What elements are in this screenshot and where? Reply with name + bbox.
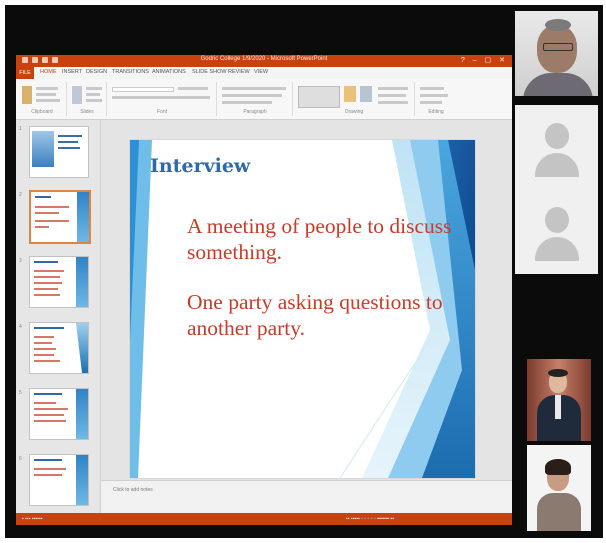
- slide-number: 5: [19, 390, 22, 396]
- avatar-icon: [545, 123, 569, 149]
- video-tile-3[interactable]: [515, 189, 598, 274]
- video-tile-1[interactable]: [515, 11, 598, 96]
- slide-number: 4: [19, 324, 22, 330]
- shared-screen-powerpoint: Godric College 1/9/2020 - Microsoft Powe…: [16, 55, 512, 525]
- video-tile-2[interactable]: [515, 105, 598, 190]
- tab-insert[interactable]: INSERT: [62, 69, 82, 75]
- slide-bullet: One party asking questions to another pa…: [187, 290, 443, 340]
- tab-view[interactable]: VIEW: [254, 69, 268, 75]
- ribbon-group-label: Editing: [428, 109, 444, 115]
- notes-placeholder: Click to add notes: [113, 487, 153, 493]
- slide-bullet: A meeting of people to discuss something…: [187, 214, 452, 264]
- slide-editor: Interview A meeting of people to discuss…: [101, 120, 512, 514]
- tab-animations[interactable]: ANIMATIONS: [152, 69, 186, 75]
- tab-transitions[interactable]: TRANSITIONS: [112, 69, 149, 75]
- current-slide[interactable]: Interview A meeting of people to discuss…: [130, 140, 475, 478]
- ribbon-group-label: Drawing: [344, 109, 364, 115]
- slide-thumbnail-5[interactable]: [29, 388, 89, 440]
- slide-thumbnail-4[interactable]: [29, 322, 89, 374]
- window-controls[interactable]: ? – ▢ ✕: [461, 56, 508, 64]
- tab-review[interactable]: REVIEW: [228, 69, 250, 75]
- ribbon-group-font[interactable]: Font: [108, 82, 217, 116]
- slide-number: 2: [19, 192, 22, 198]
- video-tile-5[interactable]: [527, 445, 591, 531]
- participant-video-strip: [515, 11, 598, 531]
- slide-thumbnail-1[interactable]: [29, 126, 89, 178]
- ribbon-group-label: Font: [156, 109, 167, 115]
- slide-number: 1: [19, 126, 22, 132]
- ribbon-group-paragraph[interactable]: Paragraph: [218, 82, 293, 116]
- tab-slide-show[interactable]: SLIDE SHOW: [192, 69, 227, 75]
- status-bar: ▪ ▪▪▪ ▪▪▪▪▪▪ ▪▪ ▪▪▪▪▪ ▫ ▫ ▫ ▫ ▫ ━━━━ ▪▪: [16, 513, 512, 525]
- ribbon-group-drawing[interactable]: Drawing: [294, 82, 415, 116]
- slide-thumbnail-2[interactable]: [29, 190, 91, 244]
- ribbon: Clipboard Slides Font Paragraph Drawing …: [16, 79, 512, 120]
- ribbon-group-slides[interactable]: Slides: [68, 82, 107, 116]
- slide-number: 6: [19, 456, 22, 462]
- ribbon-group-editing[interactable]: Editing: [416, 82, 456, 116]
- slide-thumbnail-3[interactable]: [29, 256, 89, 308]
- video-tile-4[interactable]: [527, 359, 591, 441]
- slide-title[interactable]: Interview: [150, 155, 250, 177]
- slide-body[interactable]: A meeting of people to discuss something…: [187, 213, 467, 365]
- ribbon-group-label: Clipboard: [31, 109, 53, 115]
- slide-number: 3: [19, 258, 22, 264]
- ribbon-group-clipboard[interactable]: Clipboard: [18, 82, 67, 116]
- tab-file[interactable]: FILE: [16, 67, 34, 79]
- tab-home[interactable]: HOME: [40, 69, 57, 75]
- notes-pane[interactable]: Click to add notes: [101, 480, 512, 514]
- avatar-icon: [545, 207, 569, 233]
- window-title: Godric College 1/9/2020 - Microsoft Powe…: [200, 56, 328, 62]
- tab-design[interactable]: DESIGN: [86, 69, 107, 75]
- ribbon-group-label: Slides: [80, 109, 94, 115]
- ribbon-group-label: Paragraph: [243, 109, 267, 115]
- slide-thumbnail-pane: 1 2 3 4 5 6: [16, 120, 101, 513]
- slide-thumbnail-6[interactable]: [29, 454, 89, 506]
- title-bar: Godric College 1/9/2020 - Microsoft Powe…: [16, 55, 512, 67]
